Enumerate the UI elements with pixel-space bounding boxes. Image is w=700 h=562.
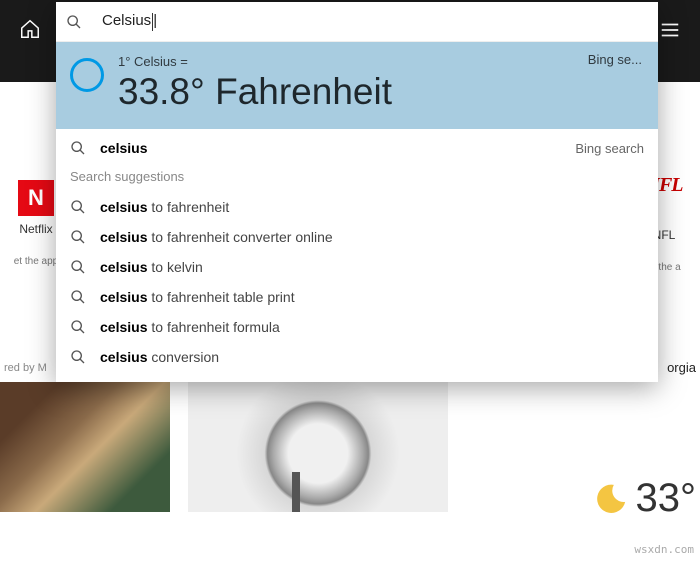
news-image-1[interactable] — [0, 382, 170, 512]
home-icon — [19, 18, 41, 40]
suggestions-section: celsius Bing search Search suggestions c… — [56, 129, 658, 382]
suggestion-provider: Bing search — [575, 141, 644, 156]
news-headline-fragment: orgia — [667, 360, 696, 375]
suggestion-item[interactable]: celsius to fahrenheit formula — [56, 312, 658, 342]
hamburger-icon — [659, 19, 681, 41]
netflix-logo-icon: N — [18, 180, 54, 216]
search-icon — [70, 289, 86, 305]
cortana-icon — [70, 58, 104, 92]
weather-temperature: 33° — [636, 476, 697, 521]
search-icon — [70, 319, 86, 335]
suggestion-item[interactable]: celsius conversion — [56, 342, 658, 372]
suggestion-item[interactable]: celsius to fahrenheit converter online — [56, 222, 658, 252]
instant-answer-card[interactable]: 1° Celsius = 33.8° Fahrenheit Bing se... — [56, 42, 658, 129]
news-image-2[interactable] — [188, 382, 448, 512]
suggestion-text: celsius to fahrenheit converter online — [100, 229, 644, 245]
search-suggestion-panel: Celsius 1° Celsius = 33.8° Fahrenheit Bi… — [56, 2, 658, 382]
suggestion-text: celsius to fahrenheit table print — [100, 289, 644, 305]
watermark: wsxdn.com — [634, 543, 694, 556]
suggestion-item[interactable]: celsius Bing search — [56, 133, 658, 163]
answer-result: 33.8° Fahrenheit — [118, 71, 392, 113]
search-icon — [70, 229, 86, 245]
suggestion-text: celsius conversion — [100, 349, 644, 365]
suggestions-header: Search suggestions — [56, 163, 658, 192]
search-icon — [70, 349, 86, 365]
answer-context: 1° Celsius = — [118, 54, 392, 69]
search-input[interactable]: Celsius — [102, 12, 648, 30]
powered-by-text: red by M — [4, 362, 47, 374]
suggestion-text: celsius to fahrenheit formula — [100, 319, 644, 335]
suggestion-text: celsius to fahrenheit — [100, 199, 644, 215]
search-icon — [70, 140, 86, 156]
suggestion-text: celsius — [100, 140, 575, 156]
moon-icon — [594, 482, 628, 516]
suggestion-item[interactable]: celsius to fahrenheit table print — [56, 282, 658, 312]
search-input-row[interactable]: Celsius — [56, 2, 658, 42]
search-icon — [70, 259, 86, 275]
search-icon — [70, 199, 86, 215]
home-button[interactable] — [10, 9, 50, 49]
search-icon — [66, 14, 82, 30]
suggestion-text: celsius to kelvin — [100, 259, 644, 275]
answer-source: Bing se... — [588, 52, 642, 67]
weather-widget[interactable]: 33° — [594, 476, 697, 521]
suggestion-item[interactable]: celsius to fahrenheit — [56, 192, 658, 222]
suggestion-item[interactable]: celsius to kelvin — [56, 252, 658, 282]
